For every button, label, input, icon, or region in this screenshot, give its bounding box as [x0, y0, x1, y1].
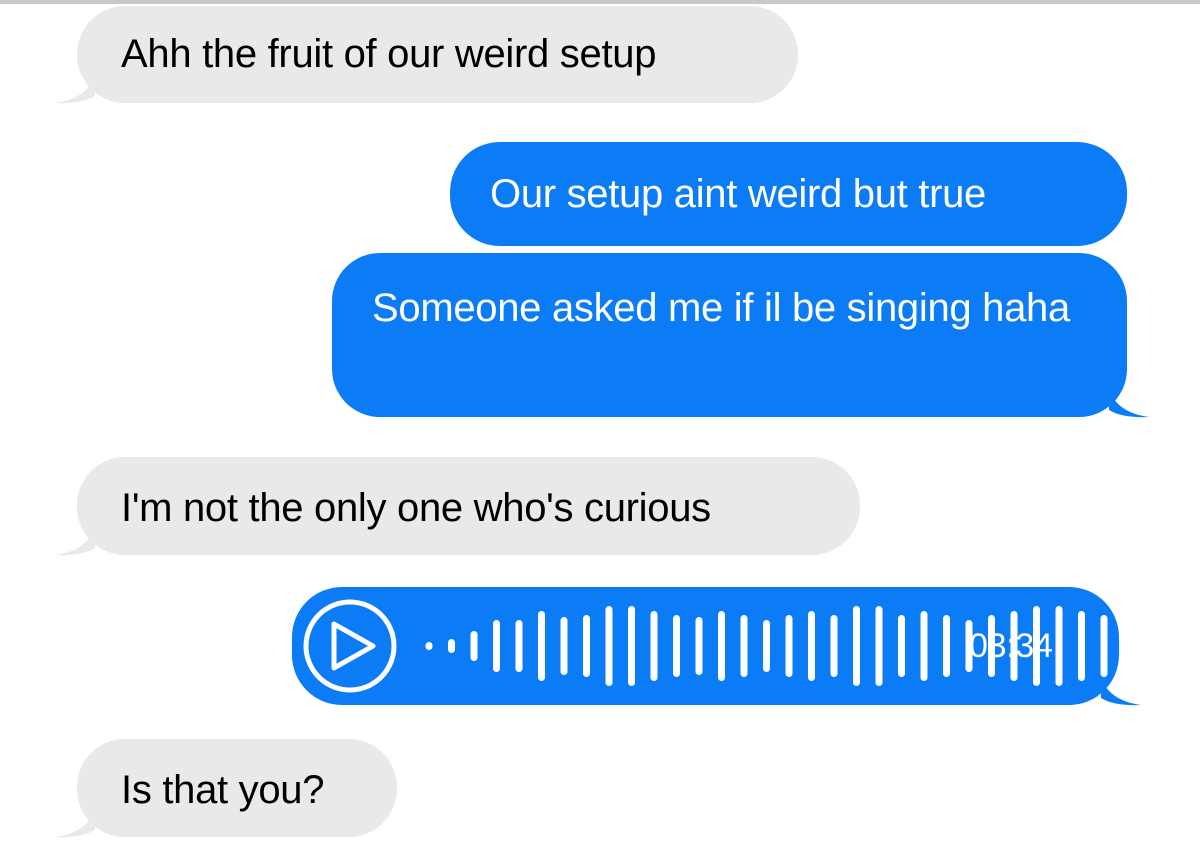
- waveform-bar: [628, 606, 635, 686]
- waveform-bar: [425, 642, 433, 650]
- waveform-bar: [898, 615, 905, 677]
- waveform-bar: [673, 615, 680, 677]
- waveform-bar: [830, 615, 838, 677]
- bubble-tail: [55, 526, 95, 556]
- waveform-bar: [1055, 606, 1063, 686]
- bubble-tail: [1109, 388, 1149, 418]
- voice-message-bubble[interactable]: 03:34: [292, 587, 1141, 706]
- waveform-bar: [1078, 611, 1085, 681]
- bubble-tail: [55, 74, 95, 104]
- message-bubble-incoming[interactable]: Is that you?: [55, 739, 397, 838]
- waveform-bar: [853, 606, 860, 686]
- waveform-bar: [695, 617, 703, 675]
- waveform-bar: [560, 617, 568, 675]
- play-button[interactable]: [303, 599, 397, 693]
- waveform-bar: [583, 615, 590, 677]
- message-text: Someone asked me if il be singing haha: [372, 286, 1070, 330]
- waveform-bar: [875, 606, 883, 686]
- waveform-bar: [808, 611, 815, 681]
- waveform-bar: [650, 611, 658, 681]
- message-text: I'm not the only one who's curious: [121, 486, 711, 530]
- message-bubble-outgoing[interactable]: Someone asked me if il be singing haha: [332, 253, 1149, 418]
- waveform-bar: [448, 639, 455, 653]
- message-bubble-incoming[interactable]: Ahh the fruit of our weird setup: [55, 6, 798, 104]
- message-text: Ahh the fruit of our weird setup: [121, 32, 657, 76]
- bubble-tail: [55, 808, 95, 838]
- top-divider: [0, 0, 1200, 4]
- message-bubble-incoming[interactable]: I'm not the only one who's curious: [55, 457, 860, 556]
- waveform-bar: [920, 611, 928, 681]
- audio-duration: 03:34: [969, 627, 1053, 665]
- waveform-bar: [740, 615, 748, 677]
- waveform-bar: [515, 620, 523, 672]
- message-text: Our setup aint weird but true: [490, 172, 987, 216]
- waveform-bar: [718, 611, 725, 681]
- play-icon: [331, 621, 376, 671]
- waveform-bar: [538, 611, 545, 681]
- waveform-bar: [493, 620, 500, 672]
- waveform-bar: [785, 615, 793, 677]
- message-bubble-outgoing[interactable]: Our setup aint weird but true: [450, 142, 1127, 246]
- waveform-bar: [1100, 615, 1108, 677]
- waveform-bar: [605, 606, 613, 686]
- waveform-bar: [763, 620, 770, 672]
- message-text: Is that you?: [121, 768, 325, 812]
- waveform-bar: [943, 615, 950, 677]
- waveform-bar: [470, 631, 478, 661]
